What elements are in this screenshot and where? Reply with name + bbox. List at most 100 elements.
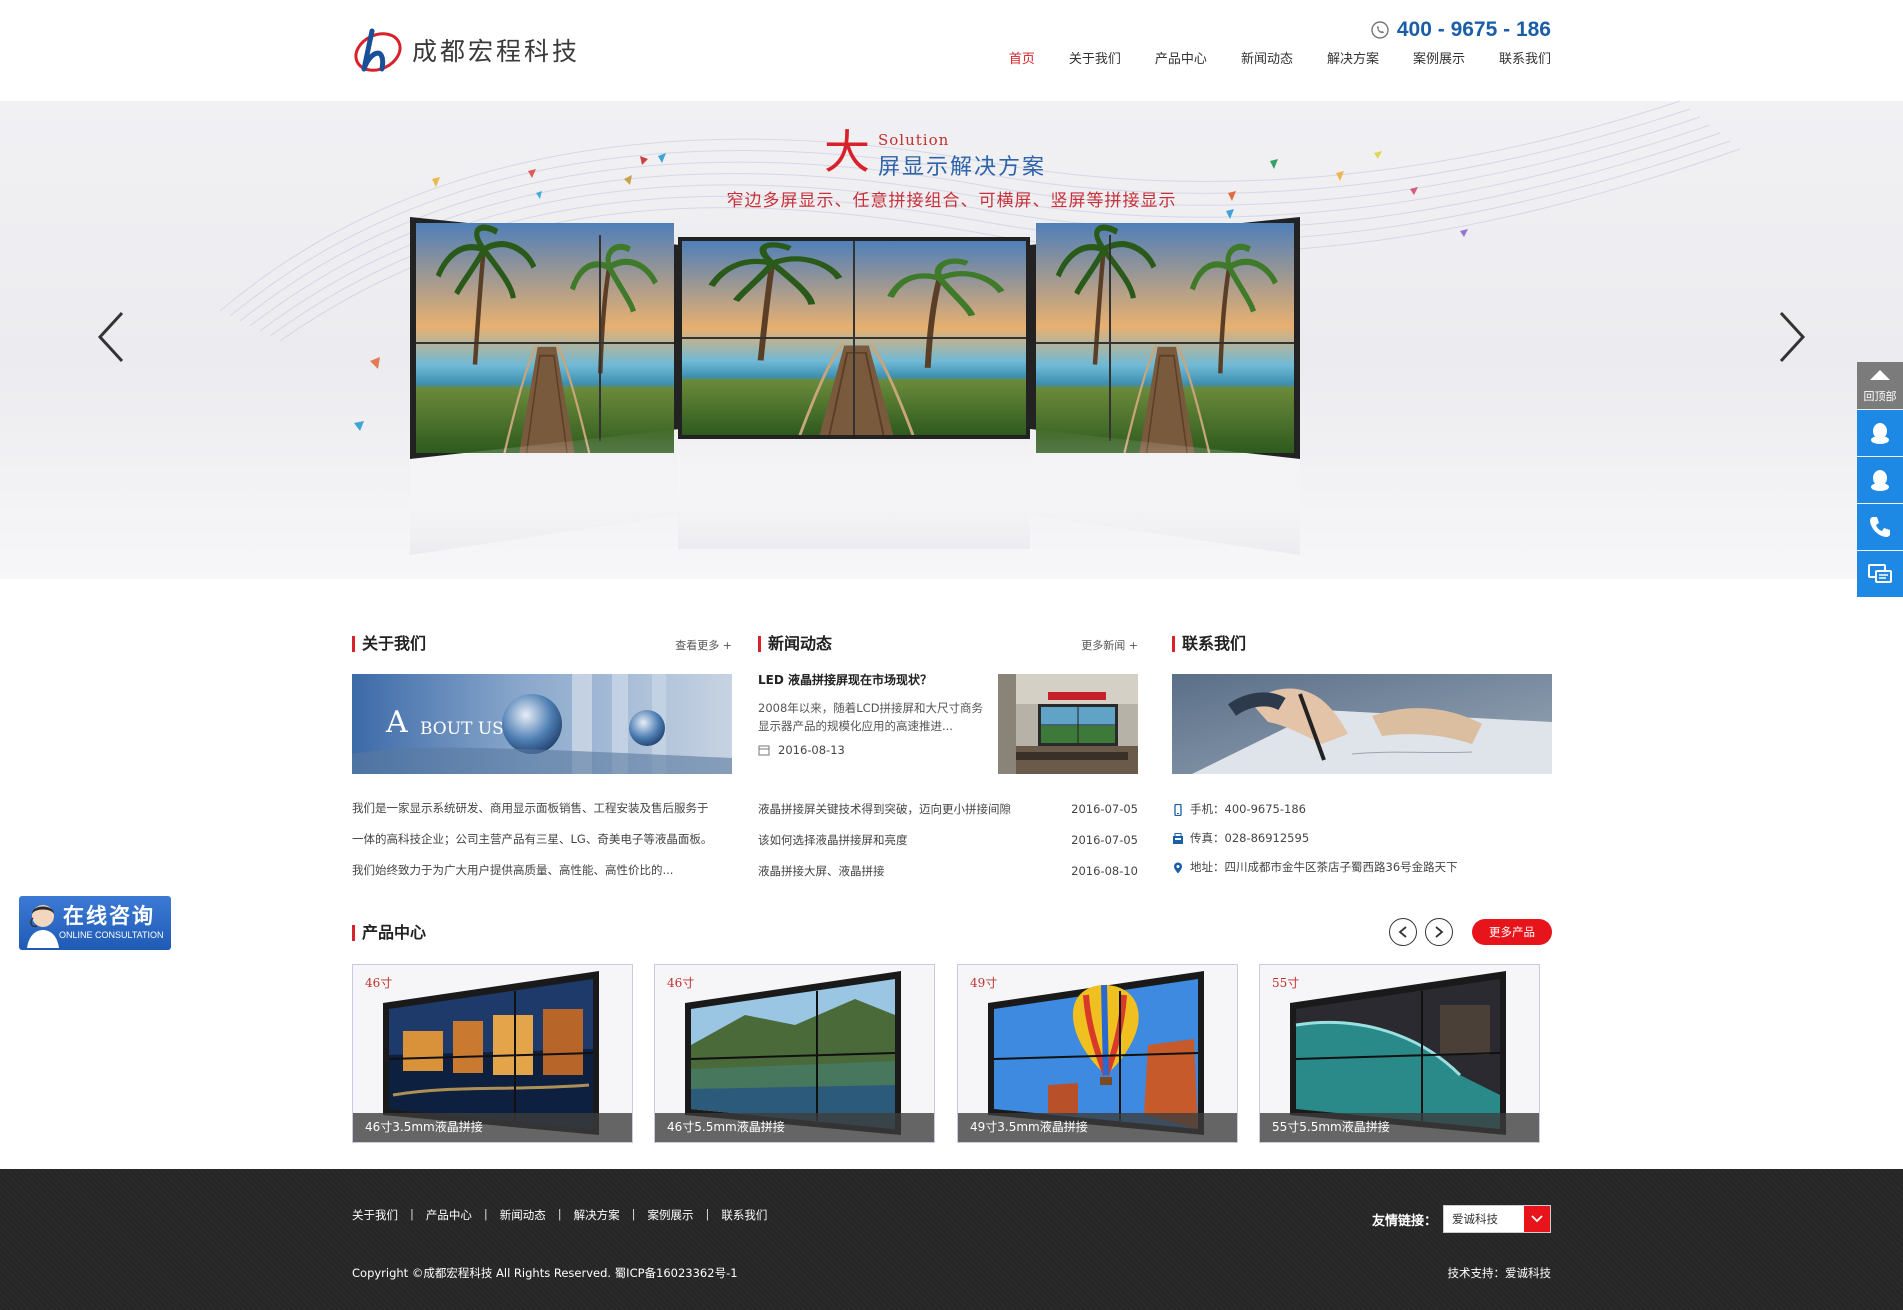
tech-support: 技术支持：爱诚科技 (1447, 1266, 1552, 1280)
hotline-number: 400 - 9675 - 186 (1396, 18, 1551, 41)
more-products-button[interactable]: 更多产品 (1472, 919, 1552, 945)
news-item-title[interactable]: 液晶拼接屏关键技术得到突破，迈向更小拼接间隙 (758, 794, 1011, 825)
section-bar (352, 925, 355, 941)
banner-subtitle: 窄边多屏显示、任意拼接组合、可横屏、竖屏等拼接显示 (726, 191, 1177, 211)
fax-icon (1173, 832, 1183, 844)
product-caption[interactable]: 49寸3.5mm液晶拼接 (958, 1113, 1237, 1142)
about-line: 我们始终致力于为广大用户提供高质量、高性能、高性价比的... (352, 863, 674, 877)
banner-title-cn: 屏显示解决方案 (878, 155, 1047, 180)
consult-subtitle: ONLINE CONSULTATION (59, 930, 164, 940)
banner-next-arrow-icon[interactable] (1777, 311, 1807, 363)
hotline: 400 - 9675 - 186 (1371, 18, 1551, 42)
copyright: Copyright ©成都宏程科技 All Rights Reserved. 蜀… (352, 1266, 738, 1280)
news-title: 新闻动态 (768, 634, 833, 653)
nav-news[interactable]: 新闻动态 (1241, 50, 1293, 70)
qq-icon (1871, 423, 1889, 444)
banner-title-big: 大 (824, 125, 870, 179)
about-line: 一体的高科技企业；公司主营产品有三星、LG、奇美电子等液晶面板。 (352, 832, 713, 846)
news-item-date: 2016-07-05 (1071, 833, 1138, 847)
contact-info: 手机：400-9675-186 传真：028-86912595 地址：四川成都市… (1172, 795, 1552, 882)
product-carousel-controls: 更多产品 (1389, 918, 1552, 946)
about-description: 我们是一家显示系统研发、商用显示面板销售、工程安装及售后服务于 一体的高科技企业… (352, 793, 730, 886)
nav-home[interactable]: 首页 (1009, 50, 1035, 70)
news-item-date: 2016-07-05 (1071, 802, 1138, 816)
product-card[interactable]: 49寸 49寸3.5mm液晶拼接 (957, 964, 1238, 1143)
location-pin-icon (1174, 862, 1182, 873)
footer-separator: | (557, 1207, 562, 1221)
product-size-tag: 46寸 (365, 976, 393, 990)
footer-link-products[interactable]: 产品中心 (426, 1207, 472, 1223)
online-consultation-button[interactable]: 在线咨询 ONLINE CONSULTATION (19, 896, 171, 950)
nav-about[interactable]: 关于我们 (1069, 50, 1121, 70)
news-more-link[interactable]: 更多新闻 + (1081, 637, 1138, 653)
meeting-room-image (998, 674, 1138, 774)
svg-text:BOUT US: BOUT US (420, 719, 504, 739)
nav-solutions[interactable]: 解决方案 (1327, 50, 1379, 70)
hero-banner: 大 Solution 屏显示解决方案 窄边多屏显示、任意拼接组合、可横屏、竖屏等… (0, 101, 1903, 579)
footer-link-contact[interactable]: 联系我们 (721, 1207, 767, 1223)
footer-link-news[interactable]: 新闻动态 (500, 1207, 546, 1223)
featured-news-date-text: 2016-08-13 (778, 743, 845, 757)
about-us-globe-image: A BOUT US (352, 674, 732, 774)
product-caption[interactable]: 46寸3.5mm液晶拼接 (353, 1113, 632, 1142)
side-toolbar: 回顶部 (1857, 362, 1903, 597)
friend-links-selected: 爱诚科技 (1452, 1212, 1498, 1226)
contact-fax: 传真：028-86912595 (1172, 824, 1552, 853)
nav-contact[interactable]: 联系我们 (1499, 50, 1551, 70)
products-section-header: 产品中心 (352, 922, 652, 944)
footer-link-cases[interactable]: 案例展示 (648, 1207, 694, 1223)
about-more-link[interactable]: 查看更多 + (675, 637, 732, 653)
product-card[interactable]: 46寸 46寸5.5mm液晶拼接 (654, 964, 935, 1143)
chevron-down-icon[interactable] (1524, 1206, 1550, 1232)
svg-text:A: A (385, 705, 408, 740)
banner-prev-arrow-icon[interactable] (96, 311, 126, 363)
phone-button[interactable] (1857, 504, 1903, 550)
banner-title-en: Solution (878, 131, 950, 149)
nav-cases[interactable]: 案例展示 (1413, 50, 1465, 70)
site-header: 成都宏程科技 400 - 9675 - 186 首页 关于我们 产品中心 新闻动… (0, 0, 1903, 100)
nav-products[interactable]: 产品中心 (1155, 50, 1207, 70)
section-bar (758, 636, 761, 652)
contact-phone-text: 手机：400-9675-186 (1190, 802, 1306, 816)
qq-button-1[interactable] (1857, 410, 1903, 456)
qq-icon (1871, 470, 1889, 491)
news-item[interactable]: 液晶拼接大屏、液晶拼接 2016-08-10 (758, 856, 1138, 887)
news-item-date: 2016-08-10 (1071, 864, 1138, 878)
news-item-title[interactable]: 液晶拼接大屏、液晶拼接 (758, 856, 885, 887)
product-caption[interactable]: 55寸5.5mm液晶拼接 (1260, 1113, 1539, 1142)
friend-links-select[interactable]: 爱诚科技 (1443, 1205, 1551, 1233)
featured-news-desc: 2008年以来，随着LCD拼接屏和大尺寸商务显示器产品的规模化应用的高速推进..… (758, 701, 984, 733)
phone-icon (1870, 517, 1890, 537)
news-item[interactable]: 该如何选择液晶拼接屏和亮度 2016-07-05 (758, 825, 1138, 856)
product-caption[interactable]: 46寸5.5mm液晶拼接 (655, 1113, 934, 1142)
main-nav: 首页 关于我们 产品中心 新闻动态 解决方案 案例展示 联系我们 (975, 50, 1551, 70)
chat-icon (1868, 564, 1892, 583)
signing-hand-image (1172, 674, 1552, 774)
products-prev-button[interactable] (1389, 918, 1417, 946)
section-bar (352, 636, 355, 652)
news-section-header: 新闻动态 更多新闻 + (758, 633, 1138, 655)
footer-links: 关于我们 | 产品中心 | 新闻动态 | 解决方案 | 案例展示 | 联系我们 (352, 1207, 767, 1223)
featured-news-image[interactable] (998, 674, 1138, 774)
mobile-icon (1174, 803, 1182, 816)
back-to-top-button[interactable]: 回顶部 (1857, 362, 1903, 409)
about-image: A BOUT US (352, 674, 732, 774)
footer-link-solutions[interactable]: 解决方案 (574, 1207, 620, 1223)
product-card[interactable]: 55寸 55寸5.5mm液晶拼接 (1259, 964, 1540, 1143)
product-card[interactable]: 46寸 46寸3.5mm液晶拼接 (352, 964, 633, 1143)
news-item[interactable]: 液晶拼接屏关键技术得到突破，迈向更小拼接间隙 2016-07-05 (758, 794, 1138, 825)
chat-button[interactable] (1857, 551, 1903, 597)
site-footer: 关于我们 | 产品中心 | 新闻动态 | 解决方案 | 案例展示 | 联系我们 … (0, 1169, 1903, 1310)
contact-address: 地址：四川成都市金牛区茶店子蜀西路36号金路天下 (1172, 853, 1552, 882)
logo[interactable]: 成都宏程科技 (352, 24, 580, 76)
qq-button-2[interactable] (1857, 457, 1903, 503)
products-next-button[interactable] (1425, 918, 1453, 946)
footer-link-about[interactable]: 关于我们 (352, 1207, 398, 1223)
news-item-title[interactable]: 该如何选择液晶拼接屏和亮度 (758, 825, 908, 856)
contact-section-header: 联系我们 (1172, 633, 1552, 655)
consult-title: 在线咨询 (63, 904, 155, 928)
calendar-icon (758, 745, 770, 756)
friend-links: 友情链接： 爱诚科技 (1372, 1205, 1551, 1233)
footer-separator: | (631, 1207, 636, 1221)
about-line: 我们是一家显示系统研发、商用显示面板销售、工程安装及售后服务于 (352, 801, 709, 815)
